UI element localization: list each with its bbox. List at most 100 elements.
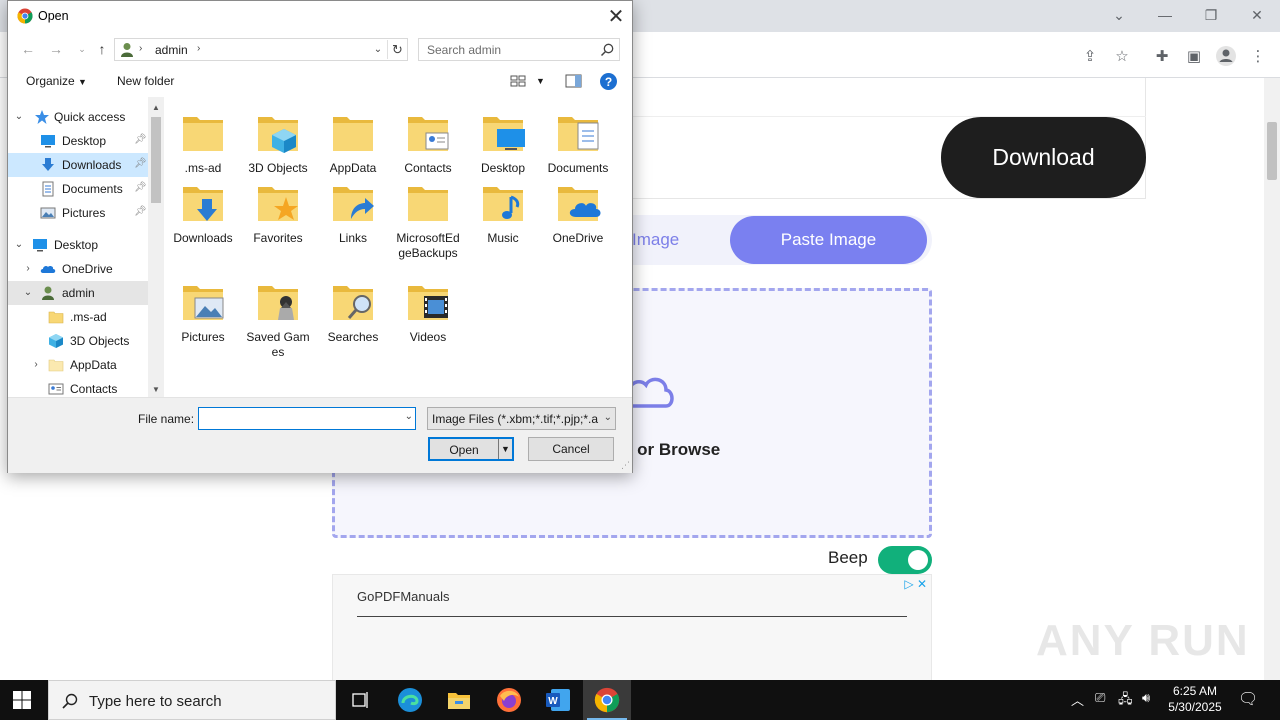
show-hidden-icons-icon[interactable]: ︿ xyxy=(1071,690,1084,709)
network-icon[interactable]: 🖧︎ xyxy=(1118,690,1133,712)
restore-button[interactable]: ❐ xyxy=(1188,0,1234,30)
file-explorer-icon[interactable] xyxy=(435,680,483,720)
profile-icon[interactable] xyxy=(1214,44,1238,68)
file-item[interactable]: Desktop xyxy=(468,109,538,176)
expand-chevron-icon[interactable]: ⌄ xyxy=(13,109,25,123)
file-item-label: .ms-ad xyxy=(184,161,222,175)
file-item[interactable]: AppData xyxy=(318,109,388,176)
dialog-title-bar[interactable]: Open ✕ xyxy=(8,1,632,32)
download-button[interactable]: Download xyxy=(941,117,1146,198)
change-view-icon[interactable] xyxy=(510,73,528,89)
ad-choices-icon[interactable]: ▷ ✕ xyxy=(904,577,927,591)
organize-menu[interactable]: Organize ▼ xyxy=(26,74,87,88)
breadcrumb-admin[interactable]: admin xyxy=(155,43,188,57)
nav-scrollbar-thumb[interactable] xyxy=(151,117,161,203)
nav-item-documents[interactable]: Documents 📌︎ xyxy=(8,177,148,201)
search-input[interactable] xyxy=(427,43,597,57)
nav-scrollbar[interactable]: ▲ ▼ xyxy=(148,97,164,397)
tab-image[interactable]: Image xyxy=(632,215,692,265)
address-bar[interactable]: › admin › ⌄ ↻ xyxy=(114,38,408,61)
volume-icon[interactable]: 🔊︎ xyxy=(1142,690,1150,706)
file-item[interactable]: Favorites xyxy=(243,179,313,246)
nav-item-admin[interactable]: ⌄ admin xyxy=(8,281,148,305)
edge-icon[interactable] xyxy=(386,680,434,720)
nav-item-desktop-pinned[interactable]: Desktop 📌︎ xyxy=(8,129,148,153)
file-item[interactable]: Music xyxy=(468,179,538,246)
clock[interactable]: 6:25 AM 5/30/2025 xyxy=(1160,683,1230,715)
firefox-icon[interactable] xyxy=(485,680,533,720)
minimize-button[interactable]: — xyxy=(1142,0,1188,30)
extensions-icon[interactable]: ✚ xyxy=(1150,44,1174,68)
file-item[interactable]: Downloads xyxy=(168,179,238,246)
file-item[interactable]: Videos xyxy=(393,278,463,345)
file-item[interactable]: Pictures xyxy=(168,278,238,345)
forward-arrow-icon[interactable]: → xyxy=(46,39,66,59)
meet-now-icon[interactable]: ⎚ xyxy=(1095,690,1105,706)
search-field[interactable] xyxy=(418,38,620,61)
nav-item-3d-objects[interactable]: 3D Objects xyxy=(8,329,148,353)
view-dropdown-icon[interactable]: ▼ xyxy=(536,76,545,86)
dialog-close-button[interactable]: ✕ xyxy=(604,4,628,28)
new-folder-button[interactable]: New folder xyxy=(117,74,174,88)
file-name-field[interactable]: ⌄ xyxy=(198,407,416,430)
file-item[interactable]: MicrosoftEdgeBackups xyxy=(393,179,463,261)
nav-item-pictures[interactable]: Pictures 📌︎ xyxy=(8,201,148,225)
file-name-input[interactable] xyxy=(202,411,392,425)
nav-item-quick-access[interactable]: ⌄ Quick access xyxy=(8,105,148,129)
page-scrollbar[interactable] xyxy=(1264,78,1280,680)
expand-chevron-icon[interactable]: ⌄ xyxy=(22,285,34,299)
nav-item-contacts[interactable]: Contacts xyxy=(8,377,148,397)
address-dropdown-icon[interactable]: ⌄ xyxy=(371,41,385,57)
nav-item-ms-ad[interactable]: .ms-ad xyxy=(8,305,148,329)
user-folder-icon xyxy=(121,43,133,57)
collapse-chevron-icon[interactable]: › xyxy=(30,357,42,371)
file-item[interactable]: .ms-ad xyxy=(168,109,238,176)
expand-chevron-icon[interactable]: ⌄ xyxy=(13,237,25,251)
collapse-chevron-icon[interactable]: › xyxy=(22,261,34,275)
notifications-icon[interactable]: 🗨︎ xyxy=(1238,689,1258,709)
scroll-up-icon[interactable]: ▲ xyxy=(151,101,161,113)
file-item[interactable]: Links xyxy=(318,179,388,246)
back-arrow-icon[interactable]: ← xyxy=(18,39,38,59)
cancel-button[interactable]: Cancel xyxy=(528,437,614,461)
word-icon[interactable]: W xyxy=(534,680,582,720)
open-dropdown-icon[interactable]: ▼ xyxy=(498,439,512,459)
share-icon[interactable]: ⇪ xyxy=(1078,44,1102,68)
chevron-down-icon[interactable]: ⌄ xyxy=(405,411,413,422)
tab-search-icon[interactable]: ⌄ xyxy=(1096,0,1142,30)
side-panel-icon[interactable]: ▣ xyxy=(1182,44,1206,68)
resize-grip-icon[interactable]: ⋰ xyxy=(621,460,630,471)
taskbar-search-box[interactable]: Type here to search xyxy=(48,680,336,720)
scrollbar-thumb[interactable] xyxy=(1267,122,1277,180)
nav-item-onedrive[interactable]: › OneDrive xyxy=(8,257,148,281)
file-item[interactable]: Saved Games xyxy=(243,278,313,360)
chrome-taskbar-icon[interactable] xyxy=(583,680,631,720)
tab-paste-image[interactable]: Paste Image xyxy=(730,216,927,264)
file-type-select[interactable]: Image Files (*.xbm;*.tif;*.pjp;*.a ⌄ xyxy=(427,407,616,430)
nav-item-desktop[interactable]: ⌄ Desktop xyxy=(8,233,148,257)
up-arrow-icon[interactable]: ↑ xyxy=(92,39,112,59)
preview-pane-icon[interactable] xyxy=(565,73,583,89)
windows-start-icon[interactable] xyxy=(12,690,32,710)
refresh-icon[interactable]: ↻ xyxy=(387,40,407,59)
beep-toggle[interactable] xyxy=(878,546,932,574)
file-item[interactable]: Contacts xyxy=(393,109,463,176)
recent-locations-icon[interactable]: ⌄ xyxy=(72,39,92,59)
open-button[interactable]: Open ▼ xyxy=(428,437,514,461)
file-item[interactable]: Searches xyxy=(318,278,388,345)
file-item[interactable]: OneDrive xyxy=(543,179,613,246)
file-item[interactable]: 3D Objects xyxy=(243,109,313,176)
ad-banner[interactable]: GoPDFManuals ▷ ✕ xyxy=(332,574,932,680)
menu-icon[interactable]: ⋮ xyxy=(1246,44,1270,68)
bookmark-star-icon[interactable]: ☆ xyxy=(1110,44,1134,68)
file-type-label: Image Files (*.xbm;*.tif;*.pjp;*.a xyxy=(432,412,599,426)
nav-item-appdata[interactable]: › AppData xyxy=(8,353,148,377)
nav-item-downloads[interactable]: Downloads 📌︎ xyxy=(8,153,148,177)
browser-close-button[interactable]: ✕ xyxy=(1234,0,1280,30)
scroll-down-icon[interactable]: ▼ xyxy=(151,383,161,395)
open-label: Open xyxy=(449,443,479,457)
help-icon[interactable]: ? xyxy=(600,73,617,90)
task-view-icon[interactable] xyxy=(336,680,384,720)
breadcrumb-chevron-icon[interactable]: › xyxy=(197,43,200,54)
file-item[interactable]: Documents xyxy=(543,109,613,176)
